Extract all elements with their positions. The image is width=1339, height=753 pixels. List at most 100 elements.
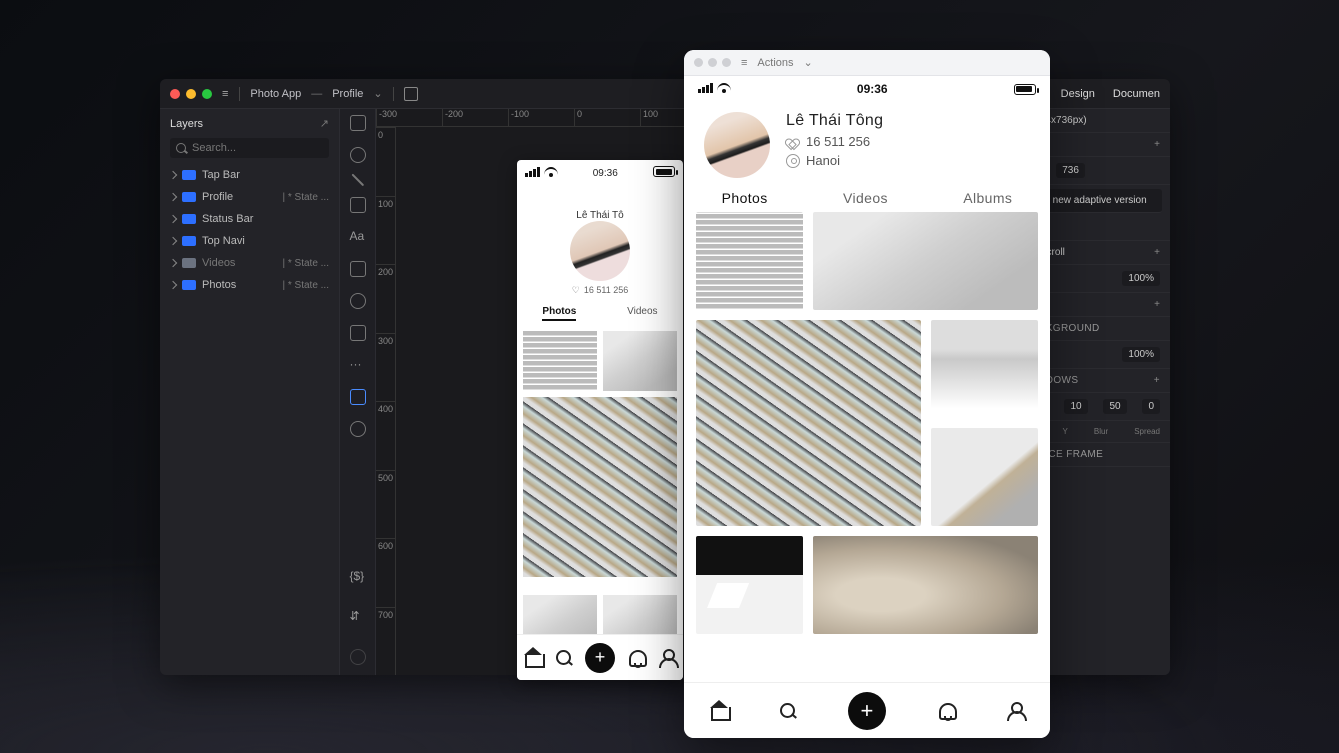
- layers-search-input[interactable]: Search...: [170, 138, 329, 158]
- ruler-vertical: 0 100 200 300 400 500 600 700: [376, 127, 396, 675]
- text-tool-icon[interactable]: Aa: [350, 229, 366, 245]
- ellipse-tool-icon[interactable]: [350, 147, 366, 163]
- more-tool-icon[interactable]: ···: [350, 357, 366, 373]
- search-icon[interactable]: [778, 701, 798, 721]
- add-button[interactable]: +: [585, 643, 615, 673]
- bell-icon[interactable]: [936, 701, 956, 721]
- photo-thumb[interactable]: [931, 320, 1038, 418]
- height-value[interactable]: 736: [1056, 163, 1085, 178]
- nav-documents[interactable]: Documen: [1113, 88, 1160, 100]
- ruler-tick: 200: [376, 264, 395, 333]
- bg-pct[interactable]: 100%: [1122, 347, 1160, 362]
- photo-thumb[interactable]: [696, 212, 803, 310]
- layer-item-photos[interactable]: Photos | * State ...: [160, 274, 339, 296]
- profile-header: Lê Thái Tông 16 511 256 Hanoi: [684, 102, 1050, 184]
- bell-icon[interactable]: [626, 648, 646, 668]
- tool-column: Aa ··· {$} ⇵: [340, 109, 376, 675]
- hamburger-icon[interactable]: ≡: [222, 88, 229, 100]
- home-icon[interactable]: [523, 648, 543, 668]
- profile-tabs: Photos Videos: [517, 302, 683, 325]
- profile-avatar[interactable]: [570, 221, 630, 281]
- nav-design[interactable]: Design: [1061, 88, 1095, 100]
- layers-stack-icon[interactable]: [350, 649, 366, 665]
- plus-icon[interactable]: +: [1154, 247, 1160, 258]
- actions-titlebar[interactable]: ≡ Actions ⌄: [684, 50, 1050, 76]
- window-traffic-lights[interactable]: [170, 89, 212, 99]
- photo-thumb[interactable]: [813, 212, 1038, 310]
- find-tool-icon[interactable]: [350, 421, 366, 437]
- plus-icon[interactable]: +: [1154, 299, 1160, 310]
- shadow-y[interactable]: 10: [1064, 399, 1087, 414]
- layer-item-profile[interactable]: Profile | * State ...: [160, 186, 339, 208]
- photo-thumb[interactable]: [813, 536, 1038, 634]
- window-traffic-lights[interactable]: [694, 58, 731, 67]
- photos-grid[interactable]: [684, 212, 1050, 682]
- polygon-tool-icon[interactable]: [350, 197, 366, 213]
- profile-likes: ♡ 16 511 256: [572, 285, 628, 296]
- heart-icon: [786, 135, 800, 149]
- tab-albums[interactable]: Albums: [963, 190, 1012, 206]
- artboard-thumbnail-icon[interactable]: [404, 87, 418, 101]
- chevron-right-icon: [169, 171, 177, 179]
- layer-item-top-navi[interactable]: Top Navi: [160, 230, 339, 252]
- minimize-icon[interactable]: [186, 89, 196, 99]
- document-title[interactable]: Profile: [332, 88, 363, 100]
- tab-photos[interactable]: Photos: [542, 306, 576, 321]
- battery-icon: [1014, 84, 1036, 95]
- location-pin-icon: [786, 154, 800, 168]
- grid-tool-icon[interactable]: [350, 389, 366, 405]
- photo-thumb[interactable]: [523, 331, 597, 391]
- photo-thumb[interactable]: [696, 320, 921, 526]
- divider: [239, 87, 240, 101]
- layer-item-tap-bar[interactable]: Tap Bar: [160, 164, 339, 186]
- photo-thumb[interactable]: [696, 536, 803, 634]
- photo-thumb[interactable]: [523, 397, 677, 577]
- tab-photos[interactable]: Photos: [722, 190, 768, 206]
- mask-tool-icon[interactable]: [350, 293, 366, 309]
- actions-menu-label[interactable]: Actions: [757, 57, 793, 69]
- opacity-value[interactable]: 100%: [1122, 271, 1160, 286]
- layer-state: | * State ...: [282, 280, 329, 291]
- layer-name: Status Bar: [202, 213, 253, 225]
- layer-item-videos[interactable]: Videos | * State ...: [160, 252, 339, 274]
- shadow-spread[interactable]: 0: [1142, 399, 1160, 414]
- maximize-icon[interactable]: [202, 89, 212, 99]
- photo-thumb[interactable]: [603, 331, 677, 391]
- layers-label: Layers: [170, 118, 203, 130]
- photo-thumb[interactable]: [931, 428, 1038, 526]
- profile-icon[interactable]: [657, 648, 677, 668]
- close-icon[interactable]: [170, 89, 180, 99]
- artboard-phone-small[interactable]: 09:36 Lê Thái Tô ♡ 16 511 256 Photos Vid…: [517, 160, 683, 680]
- export-tool-icon[interactable]: [350, 325, 366, 341]
- tree-icon[interactable]: ⇵: [350, 609, 366, 625]
- likes-count: 16 511 256: [806, 134, 870, 149]
- collapse-icon[interactable]: ↗: [320, 117, 329, 130]
- tab-videos[interactable]: Videos: [627, 306, 657, 321]
- profile-avatar[interactable]: [704, 112, 770, 178]
- profile-icon[interactable]: [1005, 701, 1025, 721]
- plus-icon[interactable]: +: [1154, 139, 1160, 150]
- photos-grid[interactable]: [517, 325, 683, 661]
- plus-icon[interactable]: +: [1154, 375, 1160, 386]
- shadow-blur[interactable]: 50: [1103, 399, 1126, 414]
- line-tool-icon[interactable]: [351, 174, 363, 186]
- home-icon[interactable]: [709, 701, 729, 721]
- divider: [393, 87, 394, 101]
- image-tool-icon[interactable]: [350, 261, 366, 277]
- actions-window: ≡ Actions ⌄ 09:36 Lê Thái Tông 16 511 25…: [684, 50, 1050, 738]
- add-button[interactable]: +: [848, 692, 886, 730]
- chevron-down-icon[interactable]: ⌄: [373, 87, 382, 100]
- adaptive-label: d new adaptive version: [1044, 195, 1146, 206]
- signal-wifi: [698, 82, 731, 96]
- layer-name: Videos: [202, 257, 235, 269]
- tab-videos[interactable]: Videos: [843, 190, 888, 206]
- search-icon[interactable]: [554, 648, 574, 668]
- chevron-down-icon[interactable]: ⌄: [804, 56, 813, 69]
- json-indicator-icon[interactable]: {$}: [350, 569, 366, 585]
- ruler-tick: 500: [376, 470, 395, 539]
- ruler-tick: 300: [376, 333, 395, 402]
- hamburger-icon[interactable]: ≡: [741, 57, 747, 69]
- layer-item-status-bar[interactable]: Status Bar: [160, 208, 339, 230]
- layer-state: | * State ...: [282, 258, 329, 269]
- rectangle-tool-icon[interactable]: [350, 115, 366, 131]
